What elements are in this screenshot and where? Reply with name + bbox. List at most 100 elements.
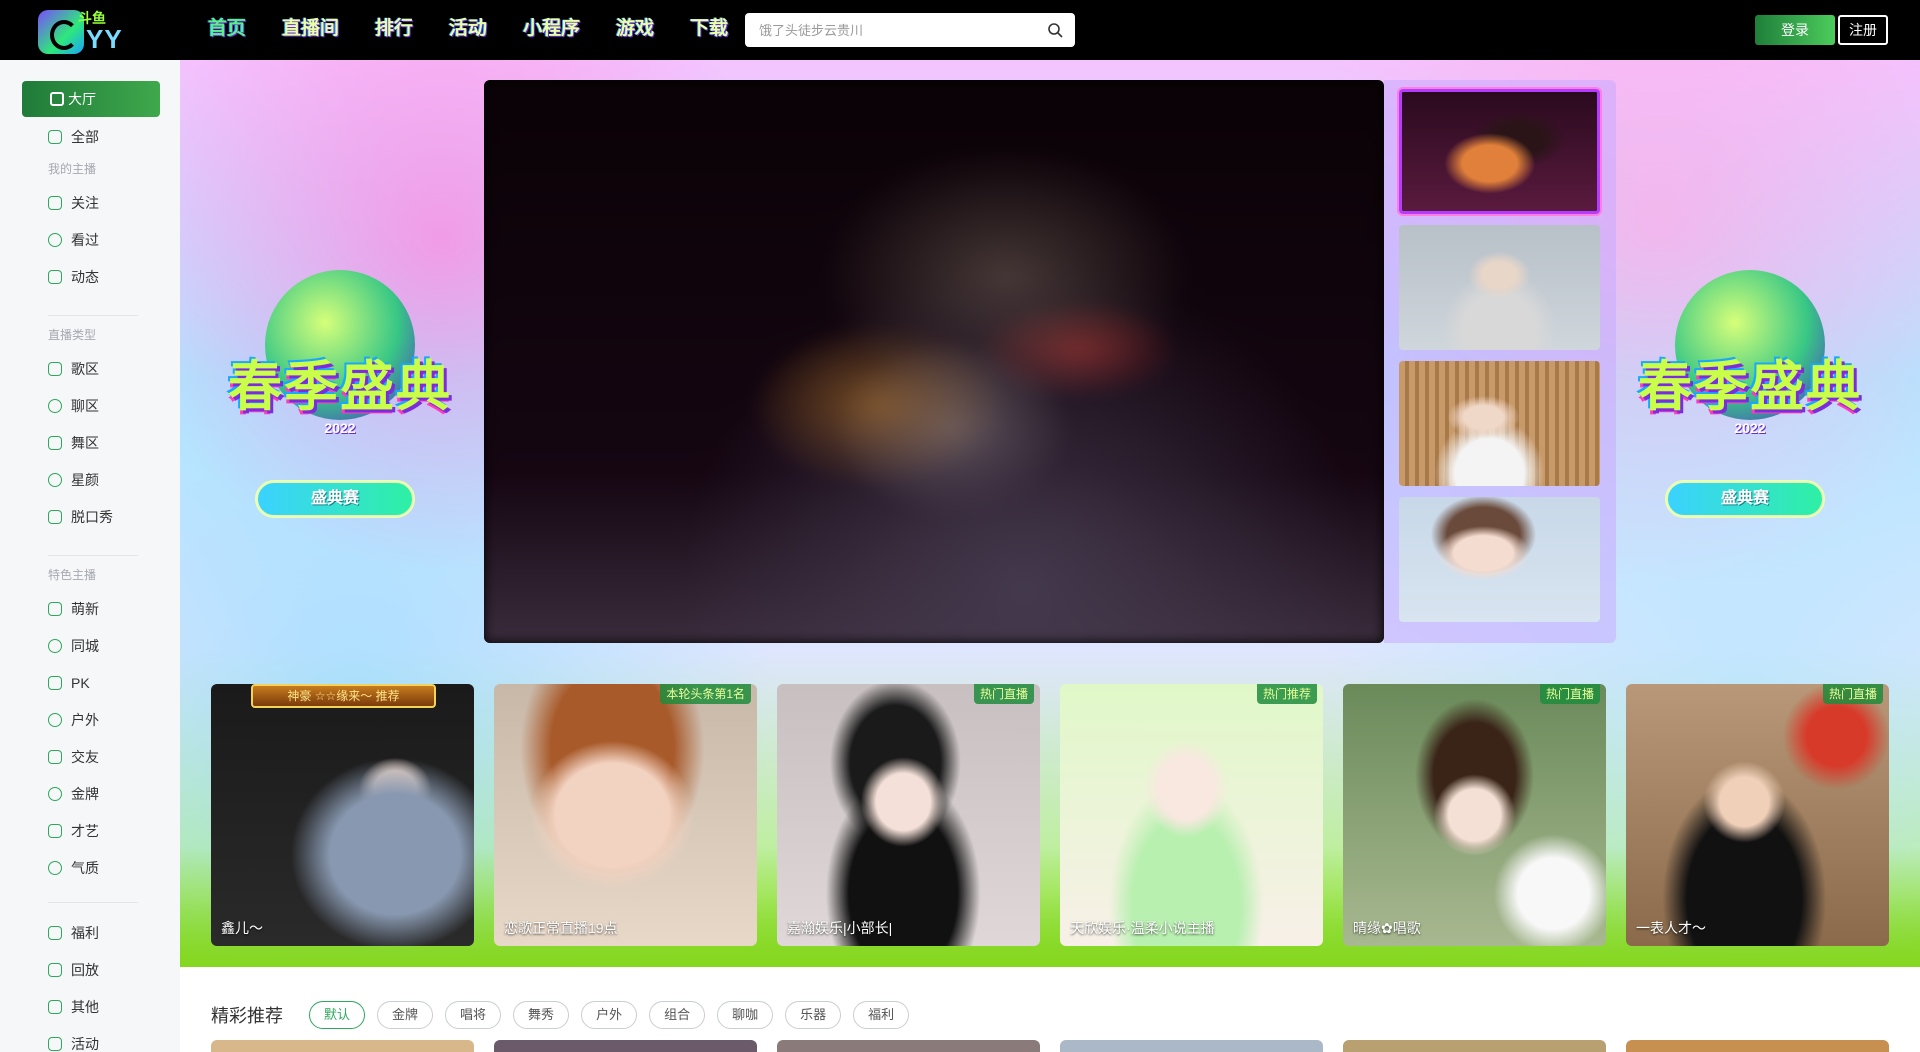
sidebar-item[interactable]: 看过 <box>48 229 99 251</box>
recommend-tab[interactable]: 福利 <box>853 1001 910 1029</box>
sidebar-item[interactable]: 其他 <box>48 996 99 1018</box>
sidebar-item[interactable]: 活动 <box>48 1033 99 1052</box>
streamer-name: 恋歌正常直播19点 <box>504 920 618 936</box>
stream-thumbnail[interactable] <box>1399 225 1600 350</box>
festival-title: 春季盛典 <box>1638 357 1862 417</box>
chat-icon <box>48 399 62 413</box>
nav-item[interactable]: 小程序 <box>523 14 580 44</box>
live-video-player[interactable] <box>484 80 1384 643</box>
stream-cover-image <box>211 684 474 946</box>
sidebar-item-all[interactable]: 全部 <box>48 126 99 148</box>
sidebar-item[interactable]: 金牌 <box>48 783 99 805</box>
recommend-tab[interactable]: 乐器 <box>785 1001 842 1029</box>
grid-icon <box>48 130 62 144</box>
status-badge: 热门直播 <box>1822 684 1883 704</box>
sidebar-item-label: 交友 <box>71 749 99 765</box>
nav-item[interactable]: 下载 <box>690 14 728 44</box>
sidebar-item-label: 看过 <box>71 232 99 248</box>
recommend-tab[interactable]: 唱将 <box>445 1001 502 1029</box>
stream-card[interactable]: 热门推荐 天欣娱乐·温柔小说主播 <box>1060 684 1323 946</box>
festival-button[interactable]: 盛典赛 <box>255 480 415 518</box>
stream-card[interactable]: 热门直播 晴缘✿唱歌 <box>1343 684 1606 946</box>
sidebar-item[interactable]: 星颜 <box>48 469 99 491</box>
location-icon <box>48 639 62 653</box>
temperament-icon <box>48 861 62 875</box>
heart-icon <box>48 196 62 210</box>
stream-thumbnail[interactable] <box>1399 497 1600 622</box>
login-button[interactable]: 登录 <box>1755 15 1835 45</box>
sidebar-item[interactable]: 动态 <box>48 266 99 288</box>
sidebar-item[interactable]: 舞区 <box>48 432 99 454</box>
recommend-card[interactable] <box>494 1040 757 1052</box>
recommend-tab[interactable]: 金牌 <box>377 1001 434 1029</box>
sidebar-item[interactable]: 聊区 <box>48 395 99 417</box>
search-input[interactable] <box>745 13 1035 47</box>
sidebar-item[interactable]: 回放 <box>48 959 99 981</box>
more-icon <box>48 1000 62 1014</box>
recommend-card[interactable] <box>1626 1040 1889 1052</box>
sidebar-item[interactable]: 福利 <box>48 922 99 944</box>
recommend-tab[interactable]: 聊咖 <box>717 1001 774 1029</box>
sidebar-item-label: 同城 <box>71 638 99 654</box>
stream-thumbnail-list <box>1384 80 1616 643</box>
sidebar-item-label: PK <box>71 675 90 691</box>
recommend-tab[interactable]: 舞秀 <box>513 1001 570 1029</box>
recommend-card[interactable] <box>1060 1040 1323 1052</box>
sidebar-item-label: 全部 <box>71 129 99 145</box>
sidebar-item[interactable]: PK <box>48 672 90 694</box>
nav-item[interactable]: 直播间 <box>282 14 339 44</box>
recommend-card[interactable] <box>777 1040 1040 1052</box>
sidebar-item-label: 才艺 <box>71 823 99 839</box>
star-face-icon <box>48 473 62 487</box>
top-header: 斗鱼 YY 首页 直播间 排行 活动 小程序 游戏 下载 登录 注册 <box>0 0 1920 60</box>
festival-button[interactable]: 盛典赛 <box>1665 480 1825 518</box>
sidebar-item[interactable]: 脱口秀 <box>48 506 113 528</box>
recommend-tab[interactable]: 组合 <box>649 1001 706 1029</box>
search-button[interactable] <box>1035 13 1075 47</box>
recommend-bar: 精彩推荐 默认 金牌 唱将 舞秀 户外 组合 聊咖 乐器 福利 <box>211 1000 921 1030</box>
sidebar-item-label: 回放 <box>71 962 99 978</box>
site-logo[interactable]: 斗鱼 YY <box>38 6 130 56</box>
sidebar-item-label: 聊区 <box>71 398 99 414</box>
stream-card[interactable]: 热门直播 一表人才～ <box>1626 684 1889 946</box>
thumbnail-image <box>1399 225 1600 350</box>
sidebar-item[interactable]: 户外 <box>48 709 99 731</box>
festival-logo-left[interactable]: 春季盛典 2022 盛典赛 <box>205 270 475 550</box>
sidebar-item[interactable]: 才艺 <box>48 820 99 842</box>
festival-logo-right[interactable]: 春季盛典 2022 盛典赛 <box>1615 270 1885 550</box>
recommend-card[interactable] <box>211 1040 474 1052</box>
sidebar-item[interactable]: 歌区 <box>48 358 99 380</box>
stream-cover-image <box>1626 684 1889 946</box>
register-button[interactable]: 注册 <box>1838 15 1888 45</box>
sidebar-item[interactable]: 同城 <box>48 635 99 657</box>
stream-card[interactable]: 神豪 ☆☆缘来～ 推荐 鑫儿～ <box>211 684 474 946</box>
sidebar-item[interactable]: 交友 <box>48 746 99 768</box>
stream-cover-image <box>494 684 757 946</box>
medal-icon <box>48 787 62 801</box>
sidebar-item[interactable]: 萌新 <box>48 598 99 620</box>
stream-cover-image <box>1343 684 1606 946</box>
recommend-tab[interactable]: 默认 <box>309 1001 366 1029</box>
sidebar-item[interactable]: 关注 <box>48 192 99 214</box>
sidebar-section-title: 我的主播 <box>48 162 97 176</box>
stream-thumbnail[interactable] <box>1399 361 1600 486</box>
nav-item[interactable]: 活动 <box>449 14 487 44</box>
stream-card[interactable]: 本轮头条第1名 恋歌正常直播19点 <box>494 684 757 946</box>
festival-year: 2022 <box>1734 420 1766 436</box>
streamer-name: 鑫儿～ <box>221 920 263 936</box>
sidebar-item-label: 萌新 <box>71 601 99 617</box>
sidebar-section-title: 直播类型 <box>48 328 97 342</box>
recommend-card[interactable] <box>1343 1040 1606 1052</box>
sidebar-item-hall[interactable]: 大厅 <box>22 81 160 117</box>
sidebar-item-label: 星颜 <box>71 472 99 488</box>
stream-thumbnail[interactable] <box>1399 89 1600 214</box>
stream-card[interactable]: 热门直播 嘉瀚娱乐|小部长| <box>777 684 1040 946</box>
sidebar-item-label: 脱口秀 <box>71 509 113 525</box>
nav-item[interactable]: 排行 <box>375 14 413 44</box>
sidebar-item-label: 活动 <box>71 1036 99 1052</box>
sidebar-item[interactable]: 气质 <box>48 857 99 879</box>
gift-icon <box>48 926 62 940</box>
nav-item[interactable]: 首页 <box>208 14 246 44</box>
recommend-tab[interactable]: 户外 <box>581 1001 638 1029</box>
nav-item[interactable]: 游戏 <box>616 14 654 44</box>
